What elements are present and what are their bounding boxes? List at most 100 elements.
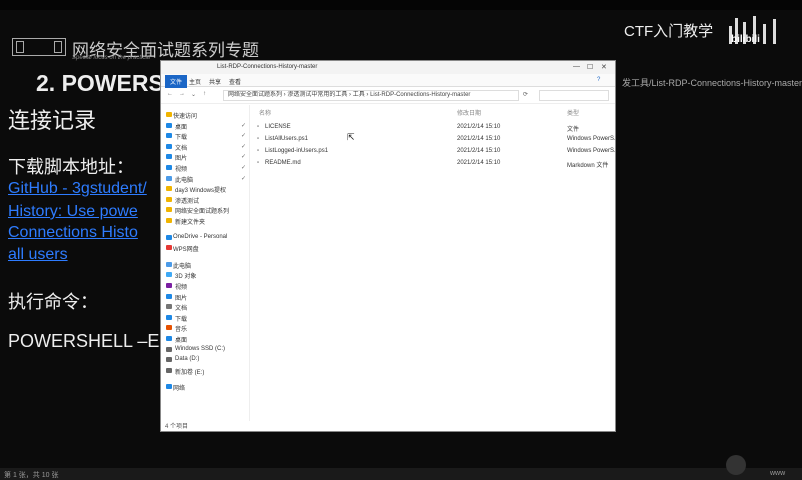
minimize-icon[interactable]: —: [573, 63, 580, 70]
sidebar-item-icon: [166, 367, 172, 373]
address-bar-row: ← → ⌄ ↑ 网络安全面试题系列 › 渗透测试中常用的工具 › 工具 › Li…: [161, 87, 615, 104]
pin-icon: ✓: [241, 143, 247, 150]
banner-logo-icon: [12, 38, 66, 56]
sidebar-item-icon: [166, 261, 172, 267]
sidebar-item[interactable]: 桌面: [175, 122, 187, 131]
sidebar-item[interactable]: Windows SSD (C:): [175, 346, 225, 352]
script-link-3[interactable]: Connections Histo: [8, 224, 138, 242]
tab-share[interactable]: 共享: [209, 77, 221, 86]
window-title: List-RDP-Connections-History-master: [217, 64, 318, 70]
sidebar-item-icon: [166, 154, 172, 160]
search-input[interactable]: [539, 90, 609, 101]
sidebar-item[interactable]: 桌面: [175, 335, 187, 344]
close-icon[interactable]: ✕: [601, 63, 607, 71]
sidebar-item-icon: [166, 207, 172, 213]
sidebar-item[interactable]: OneDrive - Personal: [173, 234, 227, 240]
status-bar: 4 个项目: [165, 424, 189, 430]
file-name: ListLogged-inUsers.ps1: [265, 148, 329, 154]
sidebar-item[interactable]: 此电脑: [175, 175, 193, 184]
sidebar-item[interactable]: WPS网盘: [173, 244, 199, 253]
tab-view[interactable]: 查看: [229, 77, 241, 86]
sidebar-item[interactable]: 文档: [175, 303, 187, 312]
download-label: 下载脚本地址：: [8, 157, 134, 177]
file-row[interactable]: ▫ ListLogged-inUsers.ps1 2021/2/14 15:10 Wi…: [253, 147, 615, 156]
exec-label: 执行命令：: [8, 292, 98, 312]
sidebar-item-icon: [166, 175, 172, 181]
sidebar-item-icon: [166, 245, 172, 251]
address-path[interactable]: 网络安全面试题系列 › 渗透测试中常用的工具 › 工具 › List-RDP-C…: [223, 90, 519, 101]
vertical-scrollbar[interactable]: [607, 105, 613, 421]
sidebar-item[interactable]: 视频: [175, 164, 187, 173]
sidebar-item-icon: [166, 272, 172, 278]
sidebar-item-icon: [166, 283, 172, 288]
pin-icon: ✓: [241, 133, 247, 140]
path-segment-4[interactable]: List-RDP-Connections-History-master: [370, 92, 470, 98]
mouse-cursor-icon: ⇱: [347, 132, 355, 142]
help-icon[interactable]: ?: [597, 77, 600, 83]
file-icon: ▫: [257, 160, 260, 166]
sidebar-item-icon: [166, 304, 172, 310]
script-link-2[interactable]: History: Use powe: [8, 203, 138, 221]
file-date: 2021/2/14 15:10: [457, 124, 501, 130]
slide-heading-2: 连接记录: [8, 108, 97, 133]
file-row[interactable]: ▫README.md2021/2/14 15:10Markdown 文件1 KB: [253, 159, 609, 169]
navigation-pane[interactable]: 快速访问 桌面 ✓ 下载 ✓ 文档 ✓ 图片 ✓ 视频 ✓ 此电脑 ✓ day3 Windows提权 渗透测…: [161, 105, 250, 421]
sidebar-item-icon: [166, 122, 172, 128]
back-arrow-icon[interactable]: ←: [167, 91, 173, 97]
sidebar-item-icon: [166, 218, 172, 223]
sidebar-item[interactable]: 网络: [173, 383, 185, 392]
up-arrow-icon[interactable]: ↑: [203, 91, 206, 97]
sidebar-item[interactable]: 文档: [175, 143, 187, 152]
sidebar-item[interactable]: day3 Windows提权: [175, 185, 226, 194]
bilibili-logo-icon: bilibili: [725, 14, 787, 45]
sidebar-item-icon: [166, 196, 172, 202]
forward-arrow-icon[interactable]: →: [179, 91, 185, 97]
maximize-icon[interactable]: ☐: [587, 63, 593, 71]
script-link-4[interactable]: all users: [8, 246, 68, 264]
column-date[interactable]: 修改日期: [457, 108, 481, 117]
sidebar-item[interactable]: 渗透测试: [175, 196, 199, 205]
sidebar-item[interactable]: 新加卷 (E:): [175, 367, 204, 376]
file-type: Markdown 文件: [567, 163, 609, 169]
path-segment-3[interactable]: 工具: [353, 92, 365, 98]
sidebar-item-icon: [166, 293, 172, 299]
file-date: 2021/2/14 15:10: [457, 136, 501, 142]
sidebar-item[interactable]: 此电脑: [173, 261, 191, 270]
column-type[interactable]: 类型: [567, 108, 579, 117]
horizontal-scrollbar[interactable]: [249, 409, 605, 414]
brand-logo-text: bilibili: [731, 34, 760, 45]
path-segment-2[interactable]: 渗透测试中常用的工具: [287, 92, 347, 98]
recent-chevron-icon[interactable]: ⌄: [191, 91, 196, 98]
file-list[interactable]: 名称 修改日期 类型 大小 ▫LICENSE2021/2/14 15:10文件2…: [253, 105, 615, 421]
sidebar-item-icon: [166, 346, 172, 352]
refresh-icon[interactable]: ⟳: [523, 91, 528, 98]
sidebar-item[interactable]: 网络安全面试题系列: [175, 206, 229, 215]
sidebar-item-icon: [166, 112, 172, 117]
file-row[interactable]: ▫ ListAllUsers.ps1 2021/2/14 15:10 Windows …: [253, 135, 615, 144]
sidebar-item[interactable]: 3D 对象: [175, 271, 196, 280]
brand-text: CTF入门教学: [624, 23, 714, 40]
sidebar-item[interactable]: 视频: [175, 282, 187, 291]
file-name: README.md: [265, 160, 301, 166]
file-icon: ▫: [257, 124, 260, 130]
sidebar-item[interactable]: Data (D:): [175, 356, 199, 362]
sidebar-item-icon: [166, 325, 172, 331]
path-segment-1[interactable]: 网络安全面试题系列: [228, 92, 282, 98]
pin-icon: ✓: [241, 154, 247, 161]
sidebar-item[interactable]: 音乐: [175, 324, 187, 333]
explorer-window[interactable]: List-RDP-Connections-History-master — ☐ …: [160, 60, 616, 432]
file-icon: ▫: [257, 148, 260, 154]
sidebar-item[interactable]: 图片: [175, 153, 187, 162]
sidebar-item-icon: [166, 357, 172, 363]
file-icon: ▫: [257, 136, 260, 142]
sidebar-item[interactable]: 图片: [175, 293, 187, 302]
sidebar-item[interactable]: 快速访问: [173, 111, 197, 120]
tab-home[interactable]: 主页: [189, 77, 201, 86]
sidebar-item[interactable]: 下载: [175, 314, 187, 323]
column-name[interactable]: 名称: [259, 108, 271, 117]
script-link-1[interactable]: GitHub - 3gstudent/: [8, 180, 147, 198]
title-bar[interactable]: List-RDP-Connections-History-master — ☐ …: [161, 61, 615, 74]
sidebar-item[interactable]: 新建文件夹: [175, 217, 205, 226]
file-row[interactable]: ▫LICENSE2021/2/14 15:10文件2 KB: [253, 123, 609, 133]
sidebar-item[interactable]: 下载: [175, 132, 187, 141]
